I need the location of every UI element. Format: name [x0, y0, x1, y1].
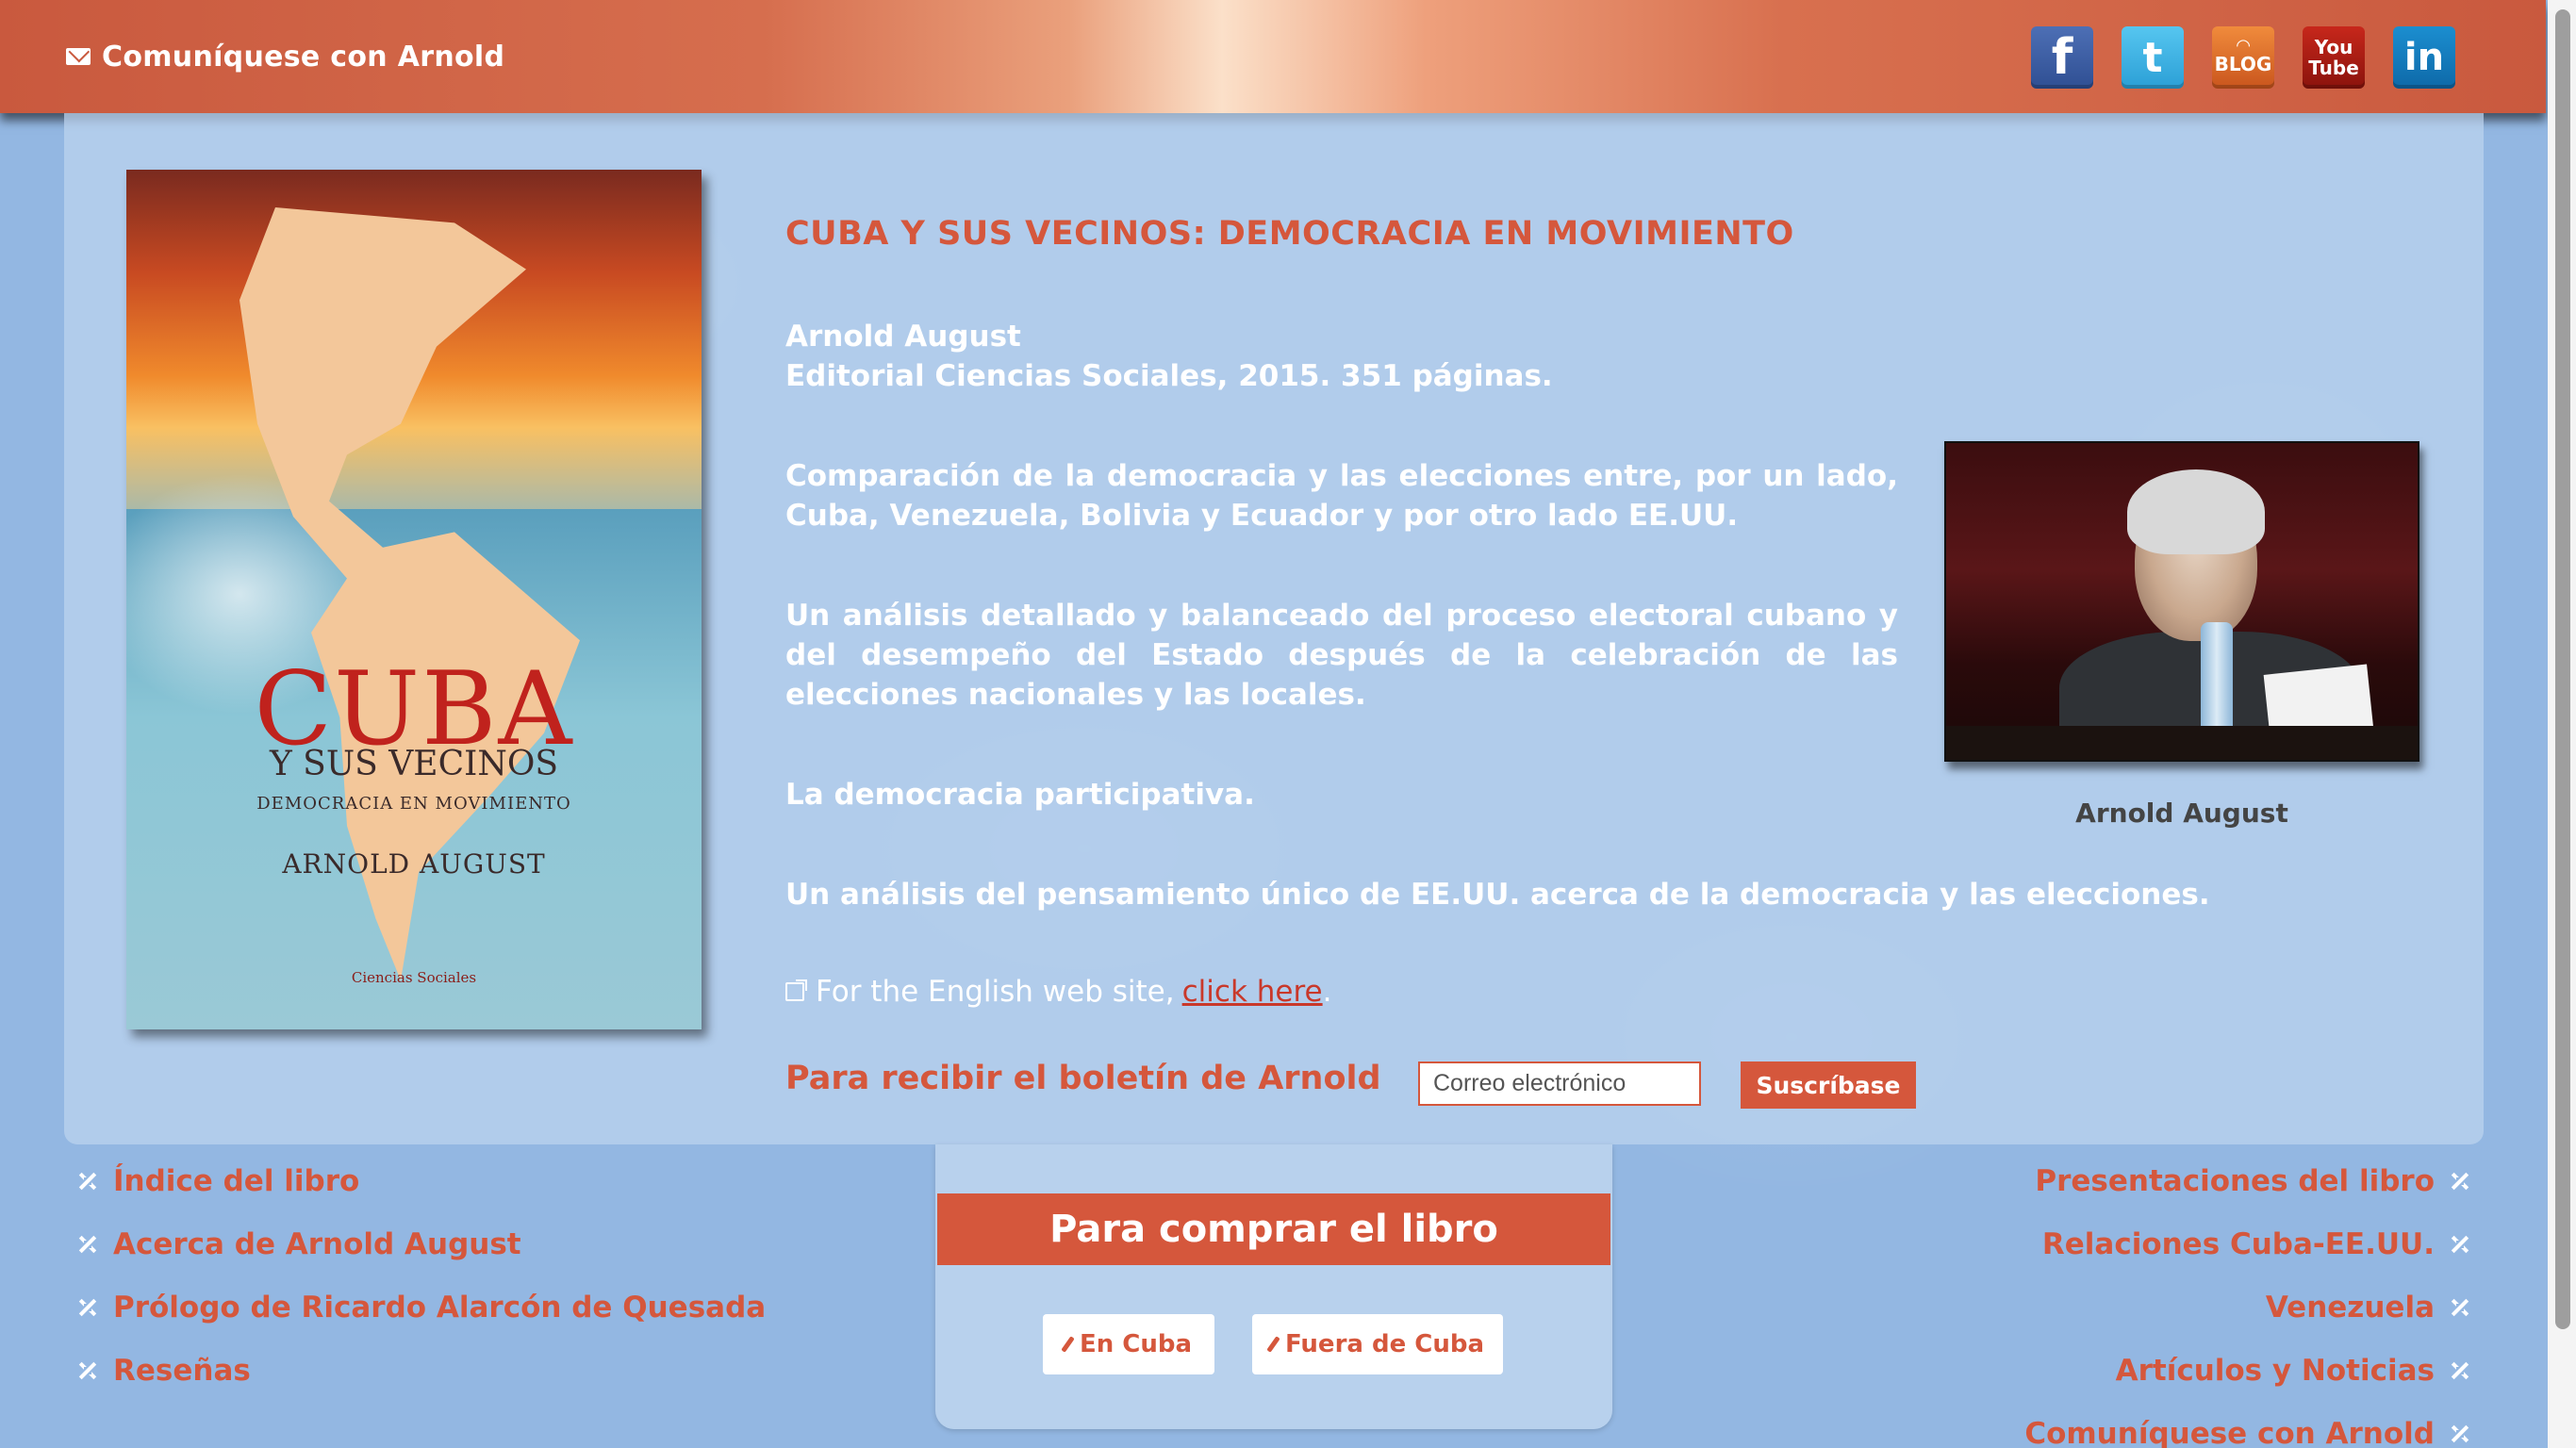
- nav-item-comuniquese[interactable]: Comuníquese con Arnold: [2024, 1416, 2470, 1448]
- buy-in-cuba-label: En Cuba: [1079, 1330, 1193, 1358]
- nav-label: Venezuela: [2265, 1290, 2435, 1325]
- scrollbar-thumb[interactable]: [2555, 9, 2570, 1329]
- expand-icon: [2450, 1234, 2470, 1255]
- blog-label: BLOG: [2214, 53, 2272, 75]
- site-header: Comuníquese con Arnold f t ◠ BLOG You Tu…: [0, 0, 2546, 113]
- subscribe-button[interactable]: Suscríbase: [1741, 1061, 1916, 1109]
- nav-label: Artículos y Noticias: [2115, 1353, 2435, 1388]
- vertical-scrollbar[interactable]: [2548, 0, 2576, 1448]
- photo-bottle: [2201, 622, 2233, 735]
- book-info: Arnold August Editorial Ciencias Sociale…: [785, 317, 1898, 396]
- expand-icon: [2450, 1360, 2470, 1381]
- buy-outside-cuba-button[interactable]: Fuera de Cuba: [1252, 1314, 1503, 1374]
- nav-left: Índice del libro Acerca de Arnold August…: [77, 1163, 767, 1388]
- photo-caption: Arnold August: [2075, 798, 2288, 829]
- nav-item-indice[interactable]: Índice del libro: [77, 1163, 766, 1198]
- cover-tagline: DEMOCRACIA EN MOVIMIENTO: [256, 794, 571, 814]
- social-links: f t ◠ BLOG You Tube in: [2031, 26, 2455, 89]
- photo-table: [1946, 726, 2418, 760]
- description-paragraph-1: Comparación de la democracia y las elecc…: [785, 459, 1898, 533]
- contact-link[interactable]: Comuníquese con Arnold: [66, 36, 504, 77]
- nav-label: Índice del libro: [113, 1163, 360, 1198]
- nav-item-acerca[interactable]: Acerca de Arnold August: [77, 1226, 766, 1261]
- cover-publisher: Ciencias Sociales: [351, 969, 477, 986]
- nav-item-relaciones[interactable]: Relaciones Cuba-EE.UU.: [2041, 1226, 2470, 1261]
- english-site-line: For the English web site, click here.: [785, 975, 1331, 1009]
- expand-icon: [2450, 1171, 2470, 1192]
- description-paragraph-3: La democracia participativa.: [785, 778, 1255, 812]
- english-site-link[interactable]: click here: [1182, 975, 1323, 1009]
- youtube-label-top: You: [2314, 36, 2353, 58]
- nav-label: Comuníquese con Arnold: [2024, 1416, 2435, 1448]
- description-paragraph-4: Un análisis del pensamiento único de EE.…: [785, 878, 2210, 912]
- contact-link-label: Comuníquese con Arnold: [102, 40, 505, 74]
- pencil-icon: [1266, 1336, 1280, 1353]
- expand-icon: [2450, 1423, 2470, 1444]
- facebook-icon[interactable]: f: [2031, 26, 2093, 89]
- cover-subtitle: Y SUS VECINOS: [269, 745, 559, 783]
- nav-right: Presentaciones del libro Relaciones Cuba…: [2024, 1163, 2470, 1448]
- photo-hair: [2127, 469, 2265, 554]
- twitter-icon[interactable]: t: [2122, 26, 2184, 89]
- expand-icon: [2450, 1297, 2470, 1318]
- nav-label: Relaciones Cuba-EE.UU.: [2041, 1226, 2435, 1261]
- buy-header: Para comprar el libro: [937, 1193, 1610, 1265]
- pencil-icon: [1061, 1336, 1075, 1353]
- nav-item-prologo[interactable]: Prólogo de Ricardo Alarcón de Quesada: [77, 1290, 767, 1325]
- cover-author: ARNOLD AUGUST: [282, 848, 546, 880]
- description-paragraph-2: Un análisis detallado y balanceado del p…: [785, 599, 1898, 712]
- external-link-icon: [785, 979, 807, 1001]
- author-photo: [1944, 441, 2419, 762]
- blog-icon[interactable]: ◠ BLOG: [2212, 26, 2274, 89]
- page-title: CUBA Y SUS VECINOS: DEMOCRACIA EN MOVIMI…: [785, 215, 1794, 253]
- book-cover-image: CUBA Y SUS VECINOS DEMOCRACIA EN MOVIMIE…: [126, 170, 702, 1029]
- rss-waves-glyph: ◠: [2237, 36, 2250, 56]
- buy-outside-cuba-label: Fuera de Cuba: [1284, 1330, 1485, 1358]
- expand-icon: [77, 1360, 98, 1381]
- mail-icon: [66, 48, 91, 65]
- nav-item-articulos[interactable]: Artículos y Noticias: [2115, 1353, 2470, 1388]
- twitter-glyph: t: [2142, 33, 2163, 82]
- nav-label: Acerca de Arnold August: [113, 1226, 521, 1261]
- expand-icon: [77, 1234, 98, 1255]
- nav-label: Reseñas: [113, 1353, 251, 1388]
- facebook-glyph: f: [2051, 29, 2073, 86]
- english-site-suffix: .: [1322, 975, 1332, 1009]
- linkedin-glyph: in: [2403, 36, 2445, 79]
- author-line: Arnold August: [785, 320, 1021, 354]
- english-site-link-wrap: click here.: [1182, 975, 1332, 1009]
- youtube-icon[interactable]: You Tube: [2303, 26, 2365, 89]
- buy-in-cuba-button[interactable]: En Cuba: [1043, 1314, 1214, 1374]
- newsletter-label: Para recibir el boletín de Arnold: [785, 1060, 1381, 1097]
- nav-item-venezuela[interactable]: Venezuela: [2265, 1290, 2470, 1325]
- expand-icon: [77, 1297, 98, 1318]
- publisher-line: Editorial Ciencias Sociales, 2015. 351 p…: [785, 359, 1553, 393]
- nav-item-resenas[interactable]: Reseñas: [77, 1353, 766, 1388]
- english-site-prefix: For the English web site,: [816, 975, 1175, 1009]
- nav-label: Presentaciones del libro: [2035, 1163, 2435, 1198]
- nav-item-presentaciones[interactable]: Presentaciones del libro: [2035, 1163, 2470, 1198]
- nav-label: Prólogo de Ricardo Alarcón de Quesada: [113, 1290, 767, 1325]
- linkedin-icon[interactable]: in: [2393, 26, 2455, 89]
- youtube-label-bottom: Tube: [2308, 57, 2359, 79]
- newsletter-email-input[interactable]: [1418, 1061, 1701, 1106]
- expand-icon: [77, 1171, 98, 1192]
- buy-book-box: Para comprar el libro En Cuba Fuera de C…: [935, 1144, 1612, 1429]
